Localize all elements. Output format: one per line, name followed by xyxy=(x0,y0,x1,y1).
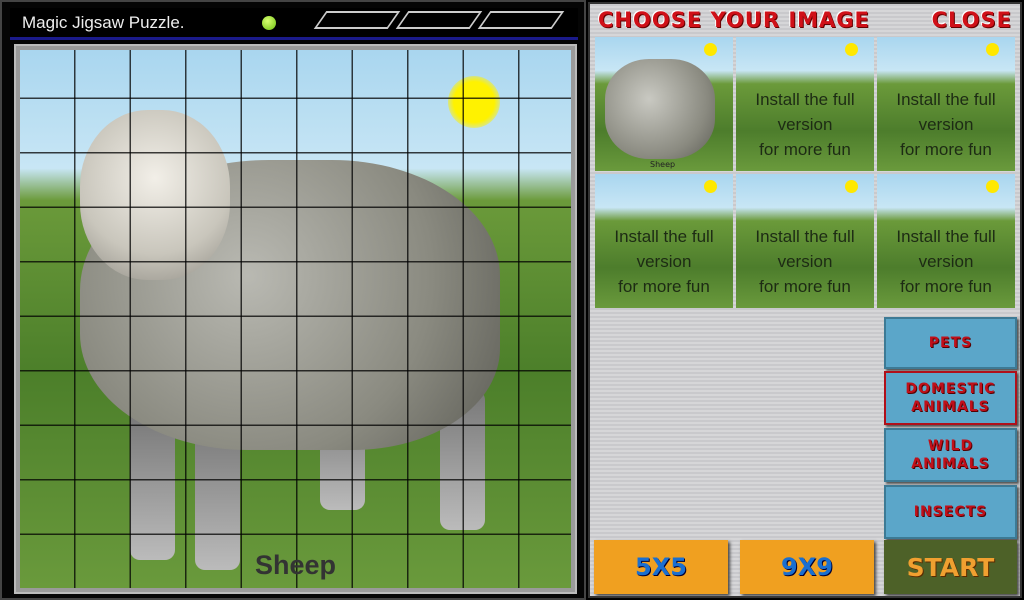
locked-message: Install the full version for more fun xyxy=(896,90,996,159)
locked-message: Install the full version for more fun xyxy=(755,90,855,159)
category-insects-button[interactable]: INSECTS xyxy=(884,485,1017,539)
size-9x9-button[interactable]: 9X9 xyxy=(740,540,874,594)
category-pets-button[interactable]: PETS xyxy=(884,317,1017,369)
sheep-image xyxy=(605,59,715,159)
image-caption: Sheep xyxy=(254,550,337,580)
sun-icon xyxy=(986,43,999,56)
puzzle-board[interactable]: Sheep xyxy=(20,50,571,588)
title-bar: Magic Jigsaw Puzzle. xyxy=(10,8,578,40)
puzzle-piece-grid[interactable] xyxy=(20,50,571,588)
category-wild-animals-button[interactable]: WILD ANIMALS xyxy=(884,428,1017,482)
thumbnail-locked[interactable]: Install the full version for more fun xyxy=(736,37,874,171)
status-led-icon xyxy=(262,16,276,30)
progress-slot xyxy=(313,11,401,29)
thumbnail-locked[interactable]: Install the full version for more fun xyxy=(877,174,1015,308)
sun-icon xyxy=(845,43,858,56)
thumbnail-sheep[interactable]: Sheep xyxy=(595,37,733,171)
start-button[interactable]: START xyxy=(884,540,1017,594)
locked-message: Install the full version for more fun xyxy=(896,227,996,296)
chooser-heading: CHOOSE YOUR IMAGE xyxy=(598,8,870,32)
thumbnail-locked[interactable]: Install the full version for more fun xyxy=(877,37,1015,171)
progress-slot xyxy=(477,11,565,29)
thumbnail-locked[interactable]: Install the full version for more fun xyxy=(736,174,874,308)
category-domestic-animals-button[interactable]: DOMESTIC ANIMALS xyxy=(884,371,1017,425)
sun-icon xyxy=(845,180,858,193)
sun-icon xyxy=(704,43,717,56)
image-chooser-panel: CHOOSE YOUR IMAGE CLOSE Sheep Install th… xyxy=(588,2,1022,598)
locked-message: Install the full version for more fun xyxy=(614,227,714,296)
puzzle-panel: Magic Jigsaw Puzzle. Sheep xyxy=(0,0,586,600)
sun-icon xyxy=(986,180,999,193)
progress-slot xyxy=(395,11,483,29)
app-title: Magic Jigsaw Puzzle. xyxy=(22,13,185,32)
thumbnail-locked[interactable]: Install the full version for more fun xyxy=(595,174,733,308)
thumbnail-caption: Sheep xyxy=(650,160,676,169)
close-button[interactable]: CLOSE xyxy=(932,8,1012,32)
puzzle-frame: Sheep xyxy=(14,44,577,594)
locked-message: Install the full version for more fun xyxy=(755,227,855,296)
sun-icon xyxy=(704,180,717,193)
size-5x5-button[interactable]: 5X5 xyxy=(594,540,728,594)
